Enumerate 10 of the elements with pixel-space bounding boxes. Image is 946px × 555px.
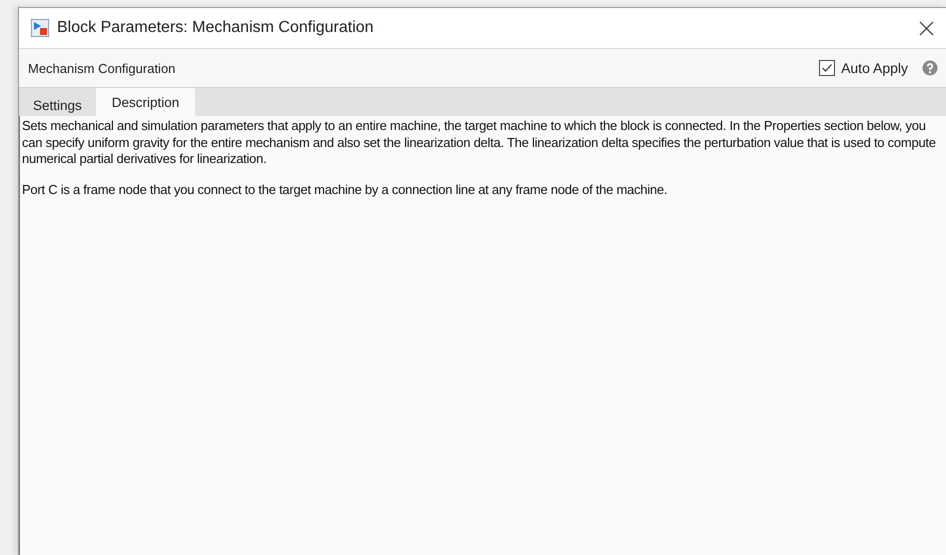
close-icon[interactable] [919, 20, 934, 36]
window-title: Block Parameters: Mechanism Configuration [57, 19, 375, 37]
checkbox[interactable] [819, 60, 836, 76]
help-icon[interactable] [922, 60, 938, 76]
block-name: Mechanism Configuration [28, 60, 176, 76]
app-icon [31, 19, 49, 37]
tab[interactable]: Description [96, 88, 196, 116]
checkbox-label[interactable]: Auto Apply [841, 60, 908, 76]
description-text: Sets mechanical and simulation parameters that apply to an entire machine, the target machine to which the block is connected. In the Properties section below, you can specify uniform gravity for the entire mechanism and also set the linearization delta. The linearization delta specifies the perturbation value that is used to compute numerical partial derivatives for linearization. [22, 118, 937, 168]
description-text: Port C is a frame node that you connect to the target machine by a connection line at any frame node of the machine. [22, 182, 668, 198]
